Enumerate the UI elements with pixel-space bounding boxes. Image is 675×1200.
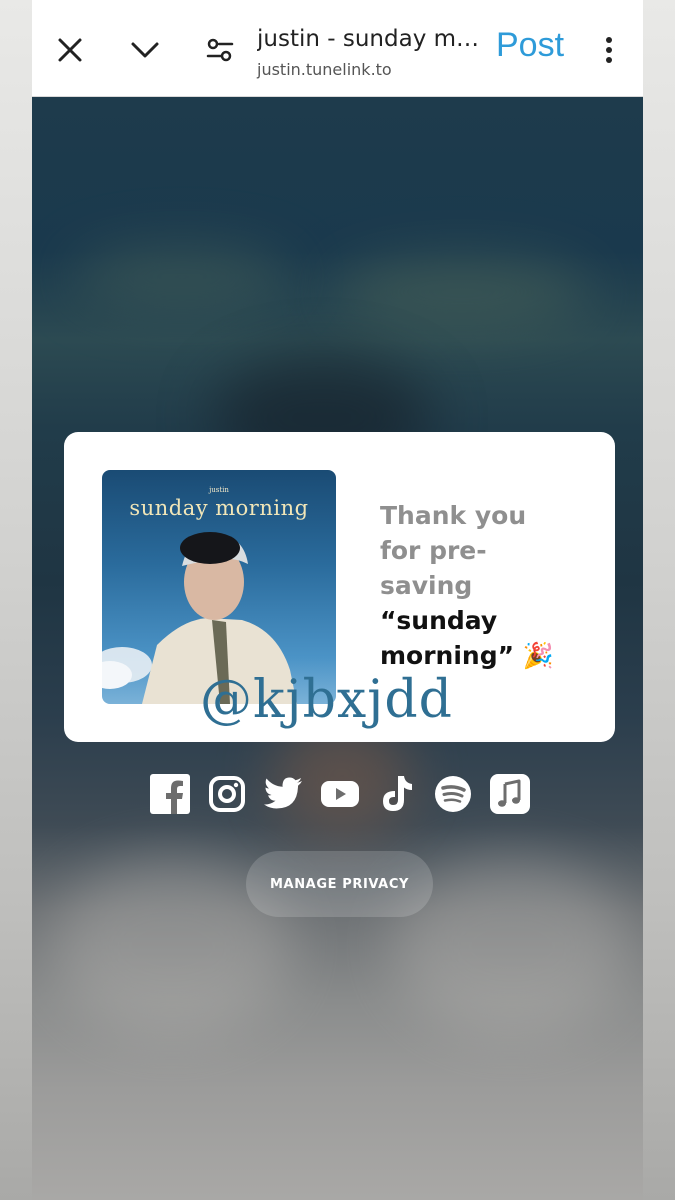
message-line: for pre- [380,536,487,565]
background-blur [332,257,592,327]
youtube-link[interactable] [320,774,360,814]
collapse-button[interactable] [123,28,167,72]
music-note-icon [489,774,530,814]
spotify-icon [435,776,472,812]
tiktok-icon [382,776,412,811]
twitter-icon [264,777,303,809]
apple-music-link[interactable] [489,774,530,814]
settings-tune-icon [206,38,234,62]
more-vert-icon [606,37,612,63]
background-blur [72,247,292,307]
presave-page: justin sunday morning Thank you for pre-… [32,97,643,1200]
close-icon [58,38,82,62]
album-cover: justin sunday morning [102,470,336,704]
tiktok-link[interactable] [377,774,417,814]
manage-privacy-button[interactable]: MANAGE PRIVACY [246,851,433,917]
facebook-link[interactable] [150,774,190,814]
youtube-icon [320,781,359,807]
spotify-link[interactable] [433,774,473,814]
close-button[interactable] [48,28,92,72]
facebook-icon [150,774,190,814]
chevron-down-icon [131,42,159,58]
left-margin [0,0,32,1200]
post-button[interactable]: Post [496,26,564,65]
instagram-icon [208,776,245,812]
browser-toolbar: justin - sunday mor... justin.tunelink.t… [32,0,643,97]
page-settings-button[interactable] [198,28,242,72]
song-name: morning” [380,641,515,670]
page-url: justin.tunelink.to [257,60,392,79]
message-line: saving [380,571,473,600]
page-title: justin - sunday mor... [257,26,492,52]
cover-artwork [102,532,297,704]
twitter-link[interactable] [263,774,303,814]
thank-you-message: Thank you for pre- saving “sunday mornin… [380,498,580,673]
social-links [150,774,530,814]
song-name: “sunday [380,606,498,635]
more-options-button[interactable] [587,28,631,72]
instagram-link[interactable] [207,774,247,814]
watermark: @kjbxjdd [200,670,453,730]
party-emoji: 🎉 [522,641,554,670]
right-margin [643,0,675,1200]
message-line: Thank you [380,501,527,530]
